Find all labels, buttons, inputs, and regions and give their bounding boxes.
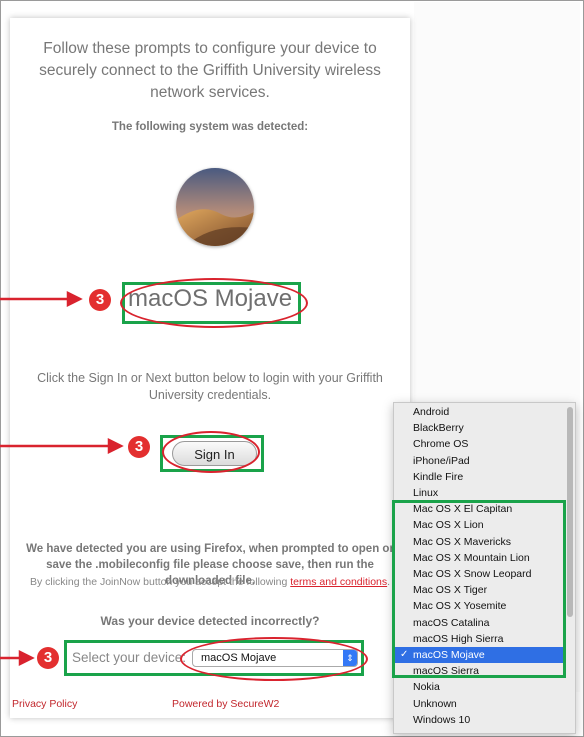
dropdown-option[interactable]: Unknown [394, 696, 564, 712]
dropdown-option-label: BlackBerry [413, 422, 464, 435]
dropdown-option-label: Kindle Fire [413, 470, 464, 483]
dropdown-option[interactable]: BlackBerry [394, 420, 564, 436]
dropdown-option-label: Windows 10 [413, 713, 471, 726]
dropdown-scrollbar[interactable] [567, 407, 573, 617]
step-badge-2: 3 [128, 436, 150, 458]
arrow-head-3 [18, 649, 35, 667]
dropdown-option[interactable]: Windows 10 [394, 712, 564, 728]
dropdown-option-label: Android [413, 406, 450, 418]
dropdown-option-label: Chrome OS [413, 438, 469, 451]
os-name-circle [120, 278, 308, 328]
mac-options-highlight [392, 500, 566, 678]
arrow-head-1 [66, 290, 83, 308]
dropdown-option-label: iPhone/iPad [413, 454, 470, 467]
dropdown-option-label: Linux [413, 487, 439, 499]
dropdown-option-label: Unknown [413, 697, 457, 710]
dropdown-option[interactable]: Linux [394, 485, 564, 501]
dropdown-option[interactable]: iPhone/iPad [394, 453, 564, 469]
dropdown-option[interactable]: Kindle Fire [394, 469, 564, 485]
select-device-circle [180, 637, 368, 681]
sign-in-circle [162, 431, 260, 473]
step-badge-1: 3 [89, 289, 111, 311]
dropdown-option[interactable]: Nokia [394, 679, 564, 695]
dropdown-option-label: Nokia [413, 681, 440, 694]
dropdown-option[interactable]: Chrome OS [394, 436, 564, 452]
dropdown-option[interactable]: Android [394, 404, 564, 420]
step-badge-3: 3 [37, 647, 59, 669]
arrow-head-2 [107, 437, 124, 455]
